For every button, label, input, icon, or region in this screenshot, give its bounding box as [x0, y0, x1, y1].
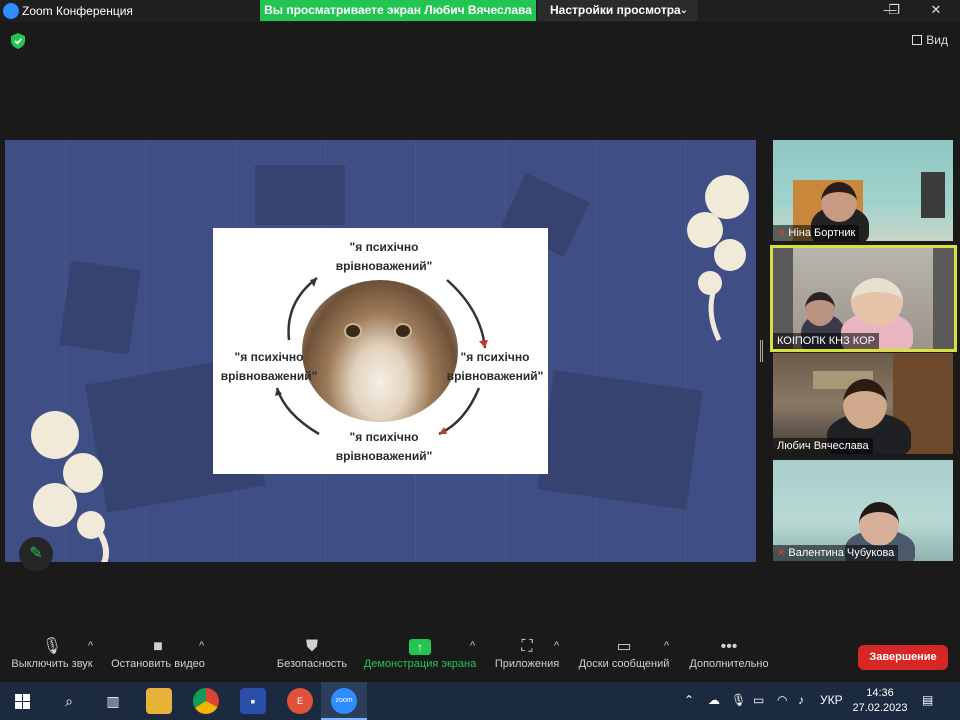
battery-icon[interactable]: ▭: [753, 693, 764, 707]
close-icon[interactable]: ✕: [914, 0, 958, 22]
background-shape: [59, 260, 141, 355]
stop-video-button[interactable]: ■ Остановить видео: [110, 636, 206, 670]
end-meeting-button[interactable]: Завершение: [858, 645, 948, 670]
windows-taskbar: ⌕ ▥ ▪ E zoom ⌃ ☁ 🎙 ▭ ◠ ♪ УКР 14:36 27.02…: [0, 682, 960, 720]
whiteboard-icon: ▭: [616, 638, 632, 655]
language-indicator[interactable]: УКР: [820, 693, 843, 707]
search-icon[interactable]: ⌕: [56, 688, 82, 714]
whiteboards-button[interactable]: ▭ Доски сообщений: [576, 636, 672, 670]
mute-label: Выключить звук: [11, 658, 93, 670]
apps-icon: ⛶: [521, 638, 533, 655]
restore-icon[interactable]: ❐: [872, 0, 916, 22]
annotate-pen-button[interactable]: ✎: [19, 537, 53, 571]
share-arrow-icon: ↑: [362, 636, 478, 658]
participant-tile[interactable]: ✕ Валентина Чубукова: [773, 460, 953, 561]
view-settings-dropdown[interactable]: Настройки просмотра ⌄: [538, 0, 698, 21]
cloud-decoration: [687, 175, 749, 342]
view-label: Вид: [926, 33, 948, 47]
share-options-caret[interactable]: ^: [470, 640, 475, 652]
background-shape: [255, 165, 345, 225]
whiteboards-label: Доски сообщений: [578, 658, 670, 670]
onedrive-icon[interactable]: ☁: [708, 693, 720, 707]
more-dots-icon: •••: [720, 638, 738, 655]
slide-phrase-left: "я психічно врівноважений": [220, 350, 318, 383]
view-settings-label: Настройки просмотра: [550, 3, 681, 17]
participant-face: [843, 379, 887, 429]
microphone-tray-icon[interactable]: 🎙: [731, 693, 746, 707]
slide-phrase-right: "я психічно врівноважений": [446, 350, 544, 383]
more-label: Дополнительно: [689, 658, 769, 670]
muted-mic-icon: ✕: [777, 548, 786, 559]
grid-view-icon: [912, 35, 923, 45]
window-title: Zoom Конференция: [22, 4, 133, 18]
participant-name: ✕ Валентина Чубукова: [773, 545, 899, 561]
video-label: Остановить видео: [111, 658, 205, 670]
windows-start-icon[interactable]: [15, 694, 30, 709]
more-button[interactable]: ••• Дополнительно: [686, 636, 772, 670]
apps-label: Приложения: [494, 658, 560, 670]
pencil-icon: ✎: [29, 545, 43, 562]
participant-tile-active[interactable]: КОІПОПК КНЗ КОР: [770, 245, 957, 352]
screen-share-banner: Вы просматриваете экран Любич Вячеслава: [260, 0, 536, 21]
apps-button[interactable]: ⛶ Приложения: [492, 636, 562, 670]
participant-tile[interactable]: Любич Вячеслава: [773, 353, 953, 454]
show-hidden-icons-icon[interactable]: ⌃: [684, 693, 694, 707]
participant-name: ✕ Ніна Бортник: [773, 225, 860, 241]
notifications-icon[interactable]: ▤: [922, 693, 933, 707]
chrome-profile-icon[interactable]: E: [287, 688, 313, 714]
clock-time: 14:36: [866, 687, 894, 699]
zoom-app-icon: [3, 3, 19, 19]
shared-screen: "я психічно врівноважений" "я психічно в…: [5, 140, 756, 562]
wifi-icon[interactable]: ◠: [777, 693, 787, 707]
apps-options-caret[interactable]: ^: [554, 640, 559, 652]
participant-face: [821, 182, 857, 222]
participant-name: Любич Вячеслава: [773, 438, 873, 454]
background-shape: [537, 370, 703, 510]
video-options-caret[interactable]: ^: [199, 640, 204, 652]
share-label: Демонстрация экрана: [363, 658, 477, 670]
shield-icon: ⛊: [305, 638, 318, 655]
audio-options-caret[interactable]: ^: [88, 640, 93, 652]
chevron-down-icon: ⌄: [679, 5, 688, 16]
participant-tile[interactable]: ✕ Ніна Бортник: [773, 140, 953, 241]
view-button[interactable]: Вид: [912, 33, 948, 47]
slide-image: "я психічно врівноважений" "я психічно в…: [213, 228, 548, 474]
shield-icon[interactable]: [11, 33, 25, 49]
share-screen-button[interactable]: ↑ Демонстрация экрана: [362, 636, 478, 670]
participant-name: КОІПОПК КНЗ КОР: [773, 333, 879, 349]
file-explorer-icon[interactable]: [146, 688, 172, 714]
chrome-icon[interactable]: [193, 688, 219, 714]
mute-button[interactable]: 🎙 Выключить звук: [9, 636, 95, 670]
muted-mic-icon: ✕: [777, 228, 786, 239]
participant-face: [859, 502, 899, 546]
whiteboards-options-caret[interactable]: ^: [664, 640, 669, 652]
volume-icon[interactable]: ♪: [798, 693, 804, 707]
security-label: Безопасность: [276, 658, 348, 670]
system-clock[interactable]: 14:36 27.02.2023: [852, 686, 908, 716]
video-camera-icon: ■: [153, 638, 163, 655]
participant-face: [851, 278, 903, 326]
meeting-controls: 🎙 Выключить звук ^ ■ Остановить видео ^ …: [0, 630, 960, 682]
task-view-icon[interactable]: ▥: [100, 688, 126, 714]
slide-phrase-top: "я психічно врівноважений": [335, 240, 433, 273]
panel-splitter-handle[interactable]: [760, 340, 763, 362]
zoom-taskbar-icon[interactable]: zoom: [331, 688, 357, 714]
save-disk-icon[interactable]: ▪: [240, 688, 266, 714]
microphone-icon: 🎙: [41, 638, 63, 655]
kitten-eye: [394, 323, 412, 339]
security-button[interactable]: ⛊ Безопасность: [276, 636, 348, 670]
participant-face: [805, 292, 835, 326]
slide-phrase-bottom: "я психічно врівноважений": [335, 430, 433, 463]
clock-date: 27.02.2023: [852, 702, 908, 714]
wall-picture: [921, 172, 945, 218]
kitten-eye: [344, 323, 362, 339]
board-line: [595, 140, 596, 562]
